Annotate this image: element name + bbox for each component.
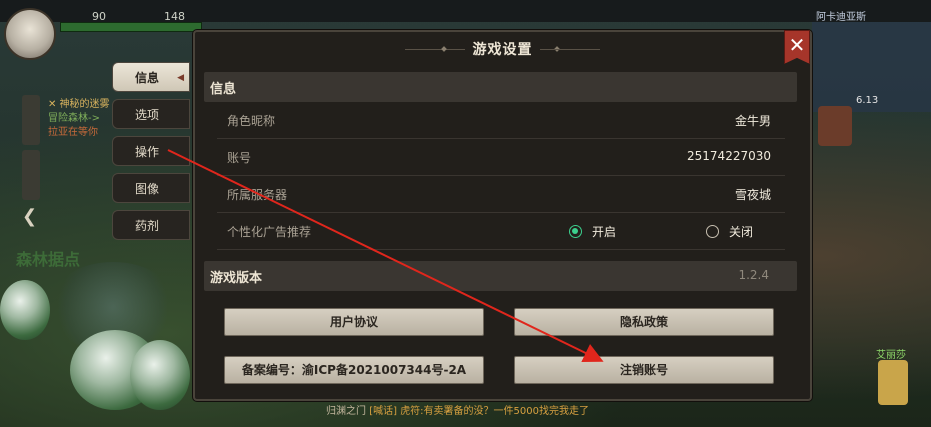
annotation-arrow-line <box>167 149 604 362</box>
annotation-arrow <box>167 149 604 362</box>
